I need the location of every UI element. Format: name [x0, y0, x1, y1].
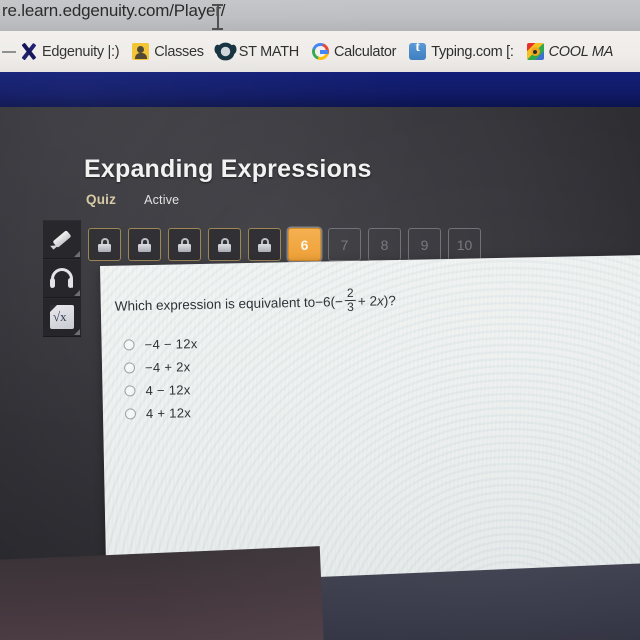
- lock-icon: [98, 237, 111, 252]
- address-bar[interactable]: re.learn.edgenuity.com/Player/: [0, 0, 640, 31]
- question-prompt-end: )?: [383, 293, 396, 309]
- lock-icon: [138, 237, 151, 252]
- browser-chrome: re.learn.edgenuity.com/Player/ Edgenuity…: [0, 0, 640, 72]
- bookmark-label: COOL MA: [548, 43, 614, 60]
- answer-choice-3[interactable]: 4 − 12x: [124, 382, 198, 398]
- audio-tool[interactable]: [43, 259, 81, 298]
- formula-tool[interactable]: √x: [43, 298, 81, 337]
- bookmark-overflow-stub[interactable]: [2, 50, 16, 53]
- classes-icon: [132, 43, 150, 60]
- cool-math-icon: [526, 43, 544, 60]
- bookmark-typing-com[interactable]: Typing.com [:: [409, 40, 514, 60]
- desk-surface: [0, 546, 325, 640]
- question-nav-item-8[interactable]: 8: [368, 228, 401, 261]
- tab-active-status: Active: [144, 192, 180, 207]
- radio-button[interactable]: [124, 385, 136, 397]
- answer-choice-label: 4 − 12x: [145, 382, 191, 399]
- lock-icon: [218, 237, 231, 252]
- answer-choice-1[interactable]: −4 − 12x: [123, 336, 198, 353]
- radio-button[interactable]: [124, 408, 137, 420]
- text-cursor-icon: [212, 4, 223, 30]
- answer-choice-4[interactable]: 4 + 12x: [124, 405, 199, 422]
- answer-choice-label: −4 − 12x: [144, 336, 198, 353]
- tab-quiz[interactable]: Quiz: [86, 192, 116, 207]
- answer-choice-list: −4 − 12x −4 + 2x 4 − 12x 4 + 12x: [123, 336, 199, 421]
- bookmarks-bar: Edgenuity |:) Classes ST MATH Calculator…: [0, 31, 640, 72]
- sqrt-x-icon: √x: [50, 305, 74, 329]
- bookmark-cool-math[interactable]: COOL MA: [526, 43, 614, 60]
- question-nav-item-10[interactable]: 10: [448, 228, 481, 261]
- question-prompt-middle: + 2: [357, 293, 378, 309]
- question-nav-item-9[interactable]: 9: [408, 228, 441, 261]
- question-prompt: Which expression is equivalent to −6(− 2…: [114, 285, 397, 319]
- fraction-denominator: 3: [347, 300, 355, 315]
- question-nav-item-4[interactable]: [208, 228, 241, 261]
- question-coefficient: −6(−: [314, 294, 344, 310]
- question-card: Which expression is equivalent to −6(− 2…: [100, 254, 640, 596]
- edgenuity-x-icon: [20, 43, 37, 60]
- question-nav-item-5[interactable]: [248, 228, 281, 261]
- question-nav-item-6[interactable]: 6: [288, 228, 321, 261]
- bookmark-st-math[interactable]: ST MATH: [214, 42, 300, 61]
- bookmark-classes[interactable]: Classes: [132, 43, 204, 60]
- bookmark-label: Edgenuity |:): [42, 43, 120, 60]
- question-prompt-text: Which expression is equivalent to: [114, 294, 316, 314]
- lesson-subtabs: Quiz Active: [86, 192, 179, 207]
- typing-com-icon: [409, 40, 427, 60]
- fraction-two-thirds: 2 3: [344, 285, 357, 315]
- site-header-band: [0, 72, 640, 107]
- pencil-icon: [49, 226, 75, 252]
- bookmark-label: ST MATH: [238, 43, 300, 60]
- radio-button[interactable]: [123, 339, 135, 351]
- monitor-photo: re.learn.edgenuity.com/Player/ Edgenuity…: [0, 0, 640, 640]
- headphones-icon: [49, 267, 75, 289]
- question-nav-item-1[interactable]: [88, 228, 121, 261]
- bookmark-edgenuity[interactable]: Edgenuity |:): [20, 43, 120, 60]
- answer-choice-label: −4 + 2x: [144, 359, 191, 376]
- url-text[interactable]: re.learn.edgenuity.com/Player/: [2, 1, 226, 21]
- question-nav-item-2[interactable]: [128, 228, 161, 261]
- answer-choice-label: 4 + 12x: [145, 405, 192, 422]
- radio-button[interactable]: [123, 362, 136, 374]
- tool-rail: √x: [43, 220, 81, 337]
- question-nav-item-3[interactable]: [168, 228, 201, 261]
- bookmark-label: Classes: [154, 43, 204, 60]
- lock-icon: [178, 237, 191, 252]
- answer-choice-2[interactable]: −4 + 2x: [123, 359, 198, 376]
- lock-icon: [258, 237, 271, 252]
- page-title: Expanding Expressions: [84, 155, 372, 183]
- bookmark-label: Calculator: [333, 43, 397, 60]
- question-nav: 6 7 8 9 10: [88, 228, 481, 261]
- bookmark-calculator[interactable]: Calculator: [311, 43, 397, 60]
- google-g-icon: [311, 43, 329, 60]
- highlighter-tool[interactable]: [43, 220, 81, 259]
- question-nav-item-7[interactable]: 7: [328, 228, 361, 261]
- bookmark-label: Typing.com [:: [431, 43, 514, 60]
- fraction-numerator: 2: [346, 285, 354, 301]
- st-math-penguin-icon: [214, 42, 235, 61]
